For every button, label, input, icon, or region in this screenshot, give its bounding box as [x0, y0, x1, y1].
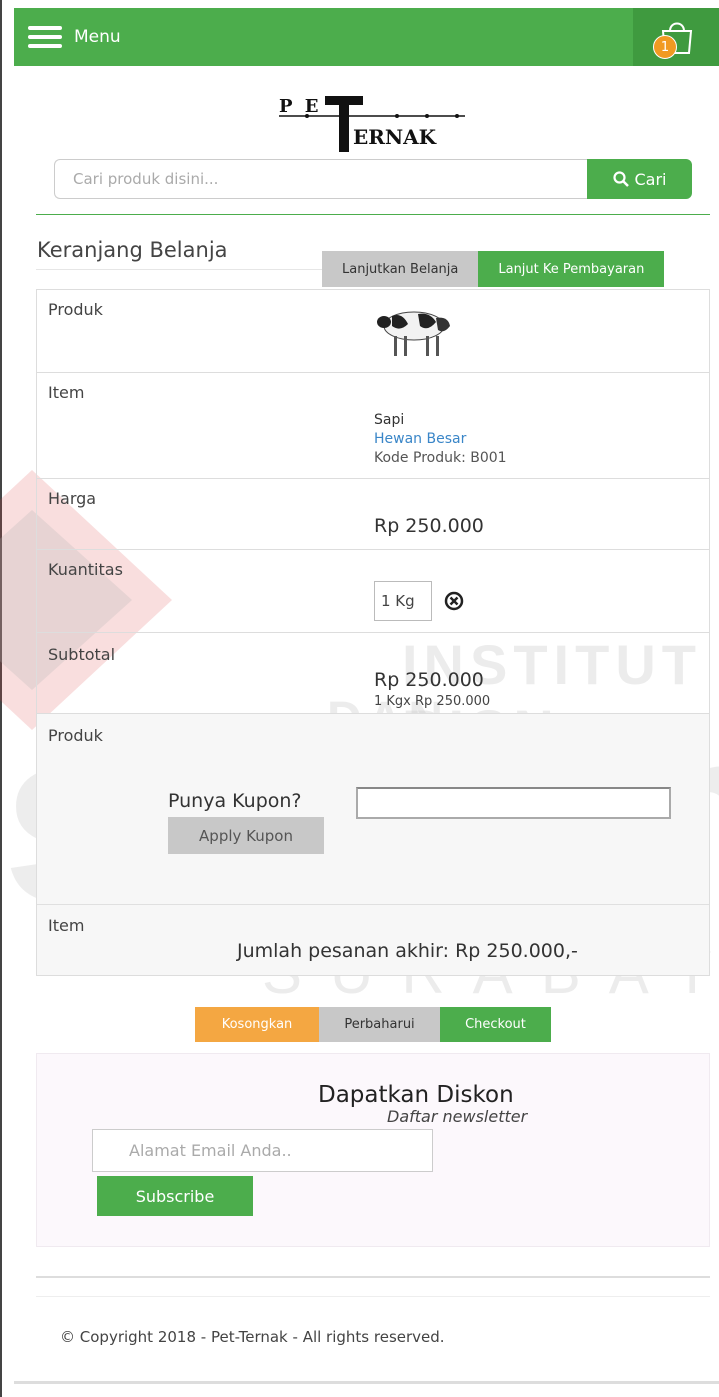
table-row-harga: Harga Rp 250.000 [37, 479, 709, 550]
cart-button[interactable]: 1 [633, 8, 719, 66]
divider [36, 214, 710, 215]
divider [37, 904, 709, 905]
final-total: Jumlah pesanan akhir: Rp 250.000,- [237, 940, 578, 962]
subtotal-note: 1 Kgx Rp 250.000 [374, 694, 491, 709]
row-label: Harga [48, 489, 97, 508]
row-label: Kuantitas [48, 560, 123, 579]
menu-button[interactable]: Menu [14, 8, 121, 66]
cart-title: Keranjang Belanja [37, 238, 228, 262]
email-field[interactable]: Alamat Email Anda.. [92, 1129, 433, 1172]
coupon-input[interactable] [356, 787, 671, 819]
menu-label: Menu [74, 27, 121, 47]
copyright-text: © Copyright 2018 - Pet-Ternak - All righ… [60, 1328, 445, 1346]
newsletter-section: Dapatkan Diskon Daftar newsletter Alamat… [36, 1053, 710, 1247]
svg-text:P E: P E [279, 96, 322, 117]
item-details: Sapi Hewan Besar Kode Produk: B001 [374, 411, 507, 468]
svg-text:ERNAK: ERNAK [353, 125, 437, 149]
table-row-kuantitas: Kuantitas 1 Kg [37, 550, 709, 633]
search-button[interactable]: Cari [587, 159, 692, 199]
product-category-link[interactable]: Hewan Besar [374, 430, 507, 449]
table-row-produk: Produk [37, 290, 709, 373]
apply-coupon-button[interactable]: Apply Kupon [168, 817, 324, 854]
checkout-button[interactable]: Checkout [440, 1007, 551, 1042]
search-icon [612, 171, 629, 187]
top-navbar: Menu 1 [14, 8, 719, 66]
empty-cart-button[interactable]: Kosongkan [195, 1007, 319, 1042]
proceed-to-payment-button[interactable]: Lanjut Ke Pembayaran [478, 251, 665, 287]
search-bar: Cari [54, 159, 692, 199]
product-code: Kode Produk: B001 [374, 450, 507, 466]
pet-ternak-logo: P E ERNAK [279, 96, 465, 152]
row-label: Item [48, 383, 85, 402]
shopping-bag-icon: 1 [653, 17, 697, 59]
quantity-control: 1 Kg [374, 581, 464, 621]
divider [14, 1381, 719, 1384]
page-frame: INSTITUT BISN DAN INFORMATI stikom SURAB… [0, 0, 719, 1397]
continue-shopping-button[interactable]: Lanjutkan Belanja [322, 251, 479, 287]
product-name: Sapi [374, 412, 405, 428]
quantity-input[interactable]: 1 Kg [374, 581, 432, 621]
search-input[interactable] [54, 159, 587, 199]
row-label: Subtotal [48, 645, 116, 664]
subtotal-value: Rp 250.000 [374, 669, 484, 691]
coupon-label: Punya Kupon? [168, 790, 302, 812]
update-cart-button[interactable]: Perbaharui [319, 1007, 440, 1042]
subscribe-button[interactable]: Subscribe [97, 1176, 253, 1216]
cart-table: Produk Item Sapi Hewan Besar Kode Produk… [36, 289, 710, 730]
newsletter-subtitle: Daftar newsletter [387, 1107, 528, 1126]
divider [36, 1276, 710, 1278]
newsletter-title: Dapatkan Diskon [318, 1082, 514, 1108]
product-price: Rp 250.000 [374, 515, 484, 537]
cart-count-badge: 1 [653, 35, 677, 59]
subtotal-block: Rp 250.000 1 Kgx Rp 250.000 [374, 669, 490, 709]
search-button-label: Cari [634, 169, 667, 189]
row-label: Item [48, 916, 85, 935]
divider [36, 269, 322, 270]
row-label: Produk [48, 300, 103, 319]
table-row-item: Item Sapi Hewan Besar Kode Produk: B001 [37, 373, 709, 479]
row-label: Produk [48, 726, 103, 745]
coupon-section: Produk Punya Kupon? Apply Kupon Item Jum… [36, 713, 710, 976]
remove-item-icon[interactable] [444, 591, 464, 611]
cart-top-actions: Lanjutkan Belanja Lanjut Ke Pembayaran [322, 251, 665, 287]
divider [36, 1296, 710, 1297]
hamburger-icon [28, 26, 62, 48]
cart-actions: Kosongkan Perbaharui Checkout [195, 1007, 551, 1042]
product-image-cow [377, 311, 450, 356]
